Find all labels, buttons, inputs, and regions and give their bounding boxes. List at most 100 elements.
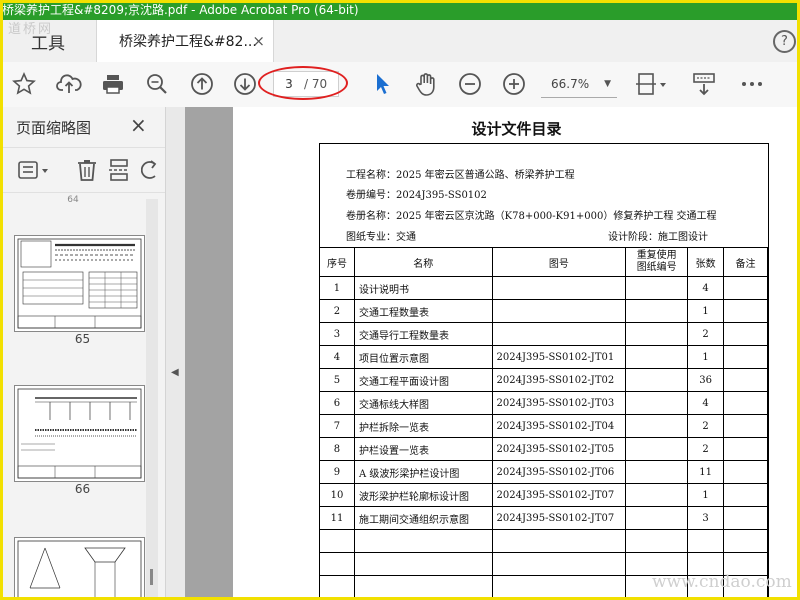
scrolling-mode-icon[interactable] [689,70,719,98]
table-cell-no: 8 [319,437,355,461]
delete-page-icon[interactable] [74,156,100,184]
table-cell-drawing: 2024J395-SS0102-JT01 [491,345,627,369]
table-cell-reuse [625,391,689,415]
zoom-in-icon[interactable] [500,70,528,98]
table-row: 7 护栏拆除一览表 2024J395-SS0102-JT04 2 [319,414,768,438]
table-cell-no: 5 [319,368,355,392]
chevron-down-icon: ▼ [604,79,611,89]
table-cell-sheets: 1 [687,299,725,323]
table-cell-sheets: 4 [687,391,725,415]
project-name: 工程名称：2025 年密云区普通公路、桥梁养护工程 [346,170,575,181]
watermark-logo: 道桥网 [8,22,54,37]
table-cell-sheets: 36 [687,368,725,392]
thumbnail-list: 64 65 66 [0,195,146,600]
table-cell-note [723,299,768,323]
table-cell-reuse [625,276,689,300]
table-cell-drawing [491,575,627,599]
zoom-dropdown[interactable]: 66.7% ▼ [541,71,617,98]
tab-bar: 工具 桥梁养护工程&#82... × ? [0,20,800,63]
panel-collapse-strip[interactable]: ◀ [166,107,185,600]
table-cell-no: 4 [319,345,355,369]
table-cell-reuse [625,345,689,369]
column-header: 备注 [723,247,768,277]
table-row: 10 波形梁护栏轮廓标设计图 2024J395-SS0102-JT07 1 [319,483,768,507]
annotation-red-circle [258,66,348,100]
table-cell-name: 交通导行工程数量表 [353,322,493,346]
print-icon[interactable] [99,70,127,98]
title-bar: 桥梁养护工程&#8209;京沈路.pdf - Adobe Acrobat Pro… [0,0,800,20]
table-cell-drawing: 2024J395-SS0102-JT07 [491,483,627,507]
cloud-upload-icon[interactable] [54,70,84,98]
insert-page-icon[interactable] [106,156,132,184]
table-cell-note [723,506,768,530]
table-cell-note [723,276,768,300]
page-thumbnail[interactable] [14,385,145,482]
bookmark-star-icon[interactable] [10,70,38,98]
document-heading: 设计文件目录 [471,120,562,138]
table-cell-name: 护栏设置一览表 [353,437,493,461]
previous-page-icon[interactable] [188,70,216,98]
table-cell-sheets: 3 [687,506,725,530]
table-cell-note [723,322,768,346]
table-row: 6 交通标线大样图 2024J395-SS0102-JT03 4 [319,391,768,415]
table-cell-name: 波形梁护栏轮廓标设计图 [353,483,493,507]
help-icon[interactable]: ? [773,30,796,53]
table-cell-drawing [491,529,627,553]
more-options-icon[interactable] [738,70,766,98]
page-thumbnail[interactable] [14,537,145,600]
rotate-page-icon[interactable] [140,156,160,184]
zoom-search-icon[interactable] [143,70,171,98]
tab-close-icon[interactable]: × [252,32,265,50]
table-cell-name: 施工期间交通组织示意图 [353,506,493,530]
page-display-icon[interactable] [634,70,670,98]
table-cell-sheets: 2 [687,322,725,346]
thumbnail-options-icon[interactable] [14,156,54,184]
thumbnail-page-label: 64 [67,195,79,205]
watermark-site: www.cndao.com [652,572,792,592]
table-cell-name: 护栏拆除一览表 [353,414,493,438]
table-cell-drawing: 2024J395-SS0102-JT04 [491,414,627,438]
next-page-icon[interactable] [231,70,259,98]
hand-tool-icon[interactable] [411,70,441,98]
panel-close-icon[interactable]: × [130,113,147,137]
table-cell-note [723,460,768,484]
thumbnail-scrollbar[interactable] [146,199,158,599]
collapse-left-icon[interactable]: ◀ [171,367,179,378]
table-cell-no: 1 [319,276,355,300]
table-cell-no: 11 [319,506,355,530]
table-cell-drawing [491,322,627,346]
select-cursor-icon[interactable] [370,70,394,98]
thumbnail-page-label: 66 [74,482,91,496]
table-cell-reuse [625,414,689,438]
table-cell-name: 交通工程平面设计图 [353,368,493,392]
page-thumbnails-panel: 页面缩略图 × 64 65 66 [0,107,166,600]
table-cell-note [723,529,768,553]
table-cell-name: 交通标线大样图 [353,391,493,415]
table-cell-reuse [625,322,689,346]
column-header: 图号 [491,247,627,277]
column-header: 名称 [353,247,493,277]
table-cell-no: 2 [319,299,355,323]
table-cell-no: 7 [319,414,355,438]
table-cell-note [723,345,768,369]
tab-document[interactable]: 桥梁养护工程&#82... × [96,20,274,62]
table-cell-name: A 级波形梁护栏设计图 [353,460,493,484]
table-cell-name [353,529,493,553]
table-cell-no: 6 [319,391,355,415]
zoom-value: 66.7% [551,77,590,91]
scrollbar-thumb[interactable] [150,569,153,585]
table-row: 5 交通工程平面设计图 2024J395-SS0102-JT02 36 [319,368,768,392]
table-cell-no [319,575,355,599]
table-row: 3 交通导行工程数量表 2 [319,322,768,346]
table-cell-sheets: 1 [687,483,725,507]
table-cell-drawing [491,552,627,576]
toolbar: 3 / 70 66.7% ▼ [0,62,800,108]
page-thumbnail[interactable] [14,235,145,332]
document-view: 设计文件目录 工程名称：2025 年密云区普通公路、桥梁养护工程 卷册编号：20… [185,107,800,600]
table-cell-note [723,368,768,392]
table-cell-drawing: 2024J395-SS0102-JT02 [491,368,627,392]
table-cell-reuse [625,437,689,461]
zoom-out-icon[interactable] [456,70,484,98]
table-cell-no: 9 [319,460,355,484]
table-cell-sheets: 1 [687,345,725,369]
